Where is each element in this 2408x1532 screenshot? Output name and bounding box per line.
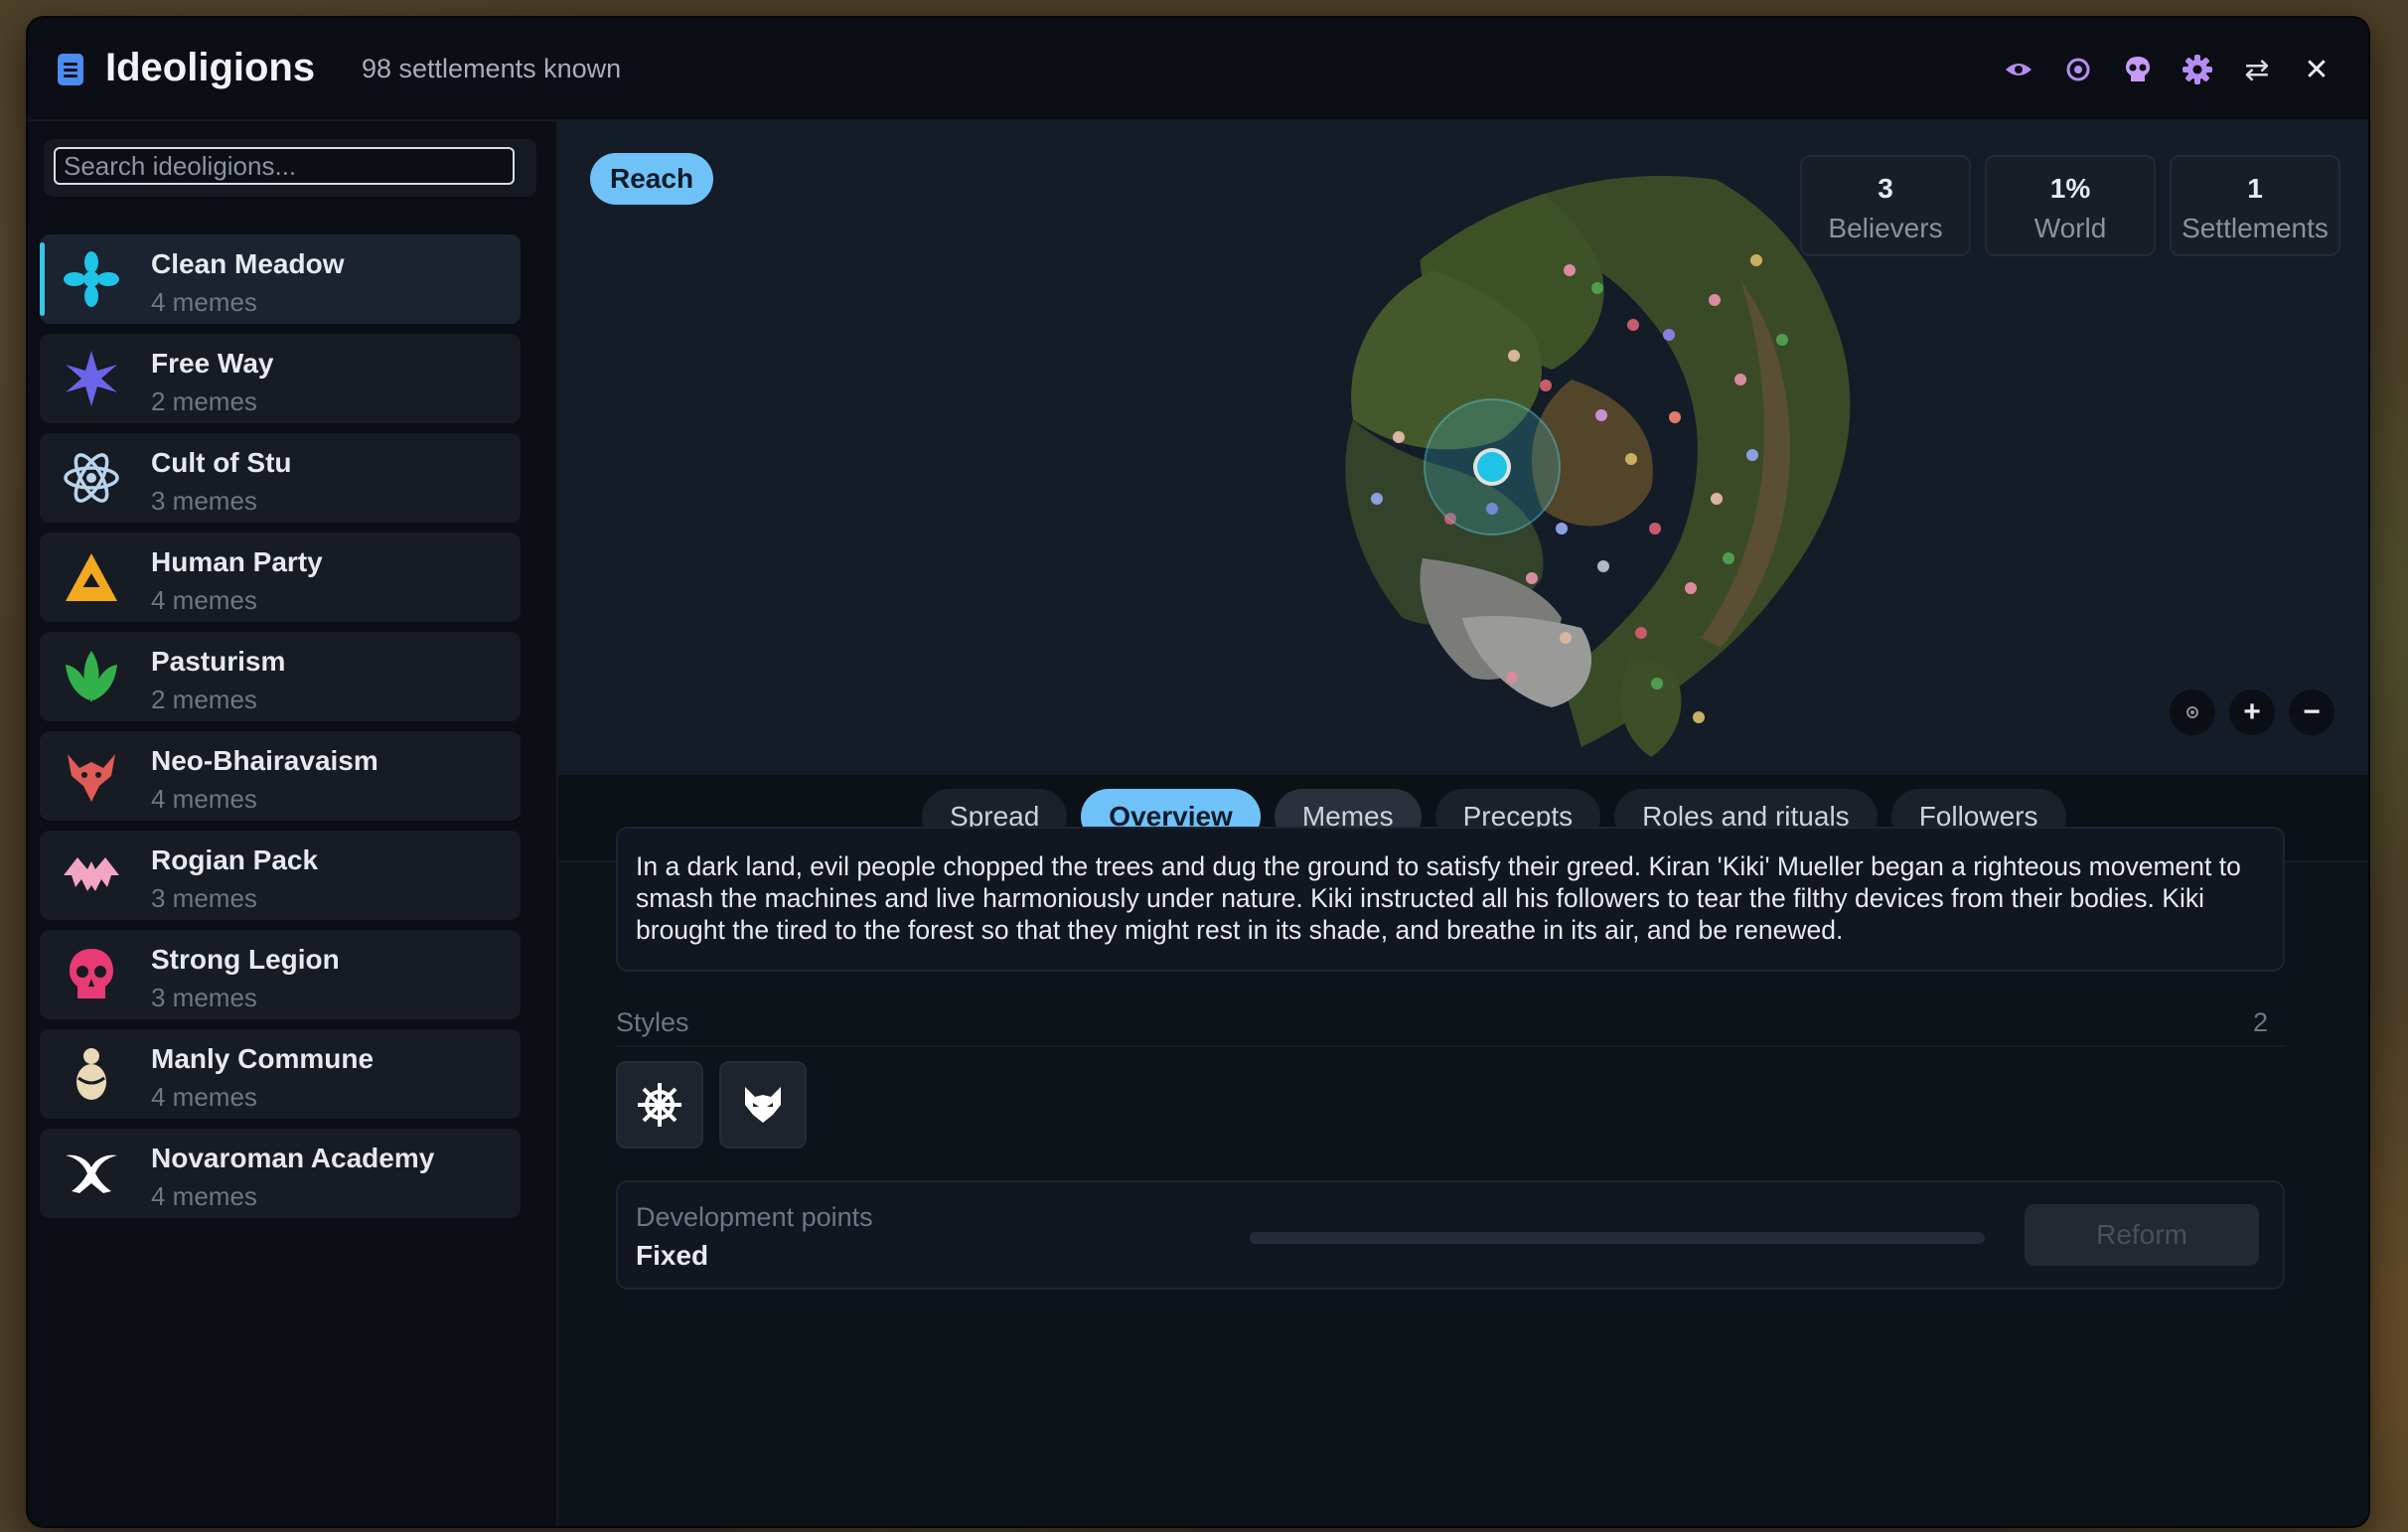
meme-count: 3 memes [151, 983, 257, 1012]
meme-count: 3 memes [151, 486, 257, 516]
ideoligion-item-rogian-pack[interactable]: Rogian Pack 3 memes [40, 831, 521, 920]
swap-icon[interactable]: ⇄ [2235, 48, 2279, 91]
ship-wheel-icon [638, 1083, 681, 1127]
stat-value: 1% [2049, 173, 2091, 204]
leaves-icon [66, 651, 117, 702]
believers-stat: 3 Believers [1800, 155, 1971, 256]
target-icon[interactable] [2056, 48, 2100, 91]
style-tile[interactable] [719, 1061, 807, 1149]
settlements-known-label: 98 settlements known [362, 54, 622, 83]
search-input[interactable] [54, 147, 515, 185]
meme-count: 4 memes [151, 1082, 257, 1112]
demon-icon [68, 754, 115, 802]
map-controls: + − [2170, 689, 2334, 735]
figure-icon [76, 1048, 106, 1100]
ideoligion-name: Novaroman Academy [151, 1143, 435, 1173]
ideoligion-item-cult-of-stu[interactable]: Cult of Stu 3 memes [40, 433, 521, 523]
title-bar: Ideoligions 98 settlements known ⇄ ✕ [28, 18, 2368, 121]
stat-value: 1 [2247, 173, 2263, 204]
zoom-out-icon[interactable]: − [2289, 689, 2334, 735]
stat-label: Settlements [2182, 213, 2329, 243]
development-points-value: Fixed [636, 1240, 709, 1271]
star-burst-icon [66, 351, 117, 406]
toolbar: ⇄ ✕ [1997, 48, 2338, 91]
zoom-in-icon[interactable]: + [2229, 689, 2275, 735]
ideoligion-name: Free Way [151, 348, 274, 379]
window-title: Ideoligions [105, 46, 316, 89]
ideoligion-description: In a dark land, evil people chopped the … [616, 827, 2285, 972]
ideoligion-item-free-way[interactable]: Free Way 2 memes [40, 334, 521, 423]
search-container [44, 139, 536, 197]
style-tile[interactable] [616, 1061, 703, 1149]
stat-label: World [2033, 213, 2107, 243]
meme-count: 4 memes [151, 784, 257, 814]
world-map[interactable]: Reach 3 Believers 1% World 1 Settlements [558, 121, 2368, 775]
ideoligion-item-novaroman-academy[interactable]: Novaroman Academy 4 memes [40, 1129, 521, 1218]
ideoligion-sidebar: Clean Meadow 4 memes Free Way 2 memes Cu… [28, 121, 558, 1526]
ideoligion-item-clean-meadow[interactable]: Clean Meadow 4 memes [40, 234, 521, 324]
meme-count: 2 memes [151, 685, 257, 714]
ideoligion-name: Manly Commune [151, 1043, 375, 1074]
development-progress-bar [1250, 1232, 1985, 1244]
development-points-panel: Development points Fixed Reform [616, 1180, 2285, 1290]
cross-flower-icon [64, 251, 119, 307]
close-icon[interactable]: ✕ [2295, 48, 2338, 91]
skull-icon [70, 949, 113, 998]
world-stat: 1% World [1985, 155, 2156, 256]
main-panel: Reach 3 Believers 1% World 1 Settlements [558, 121, 2368, 1526]
center-icon[interactable] [2170, 689, 2215, 735]
stat-label: Believers [1828, 213, 1943, 243]
stat-value: 3 [1878, 173, 1893, 204]
ideoligion-item-strong-legion[interactable]: Strong Legion 3 memes [40, 930, 521, 1019]
ideoligion-item-manly-commune[interactable]: Manly Commune 4 memes [40, 1029, 521, 1119]
horns-icon [66, 1154, 117, 1193]
bat-icon [64, 857, 119, 891]
styles-count: 2 [2253, 1007, 2269, 1037]
wolf-head-icon [745, 1087, 781, 1123]
reach-badge: Reach [590, 153, 714, 205]
stats-row: 3 Believers 1% World 1 Settlements [1800, 155, 2340, 256]
meme-count: 4 memes [151, 585, 257, 615]
ideoligion-item-neo-bhairavaism[interactable]: Neo-Bhairavaism 4 memes [40, 731, 521, 821]
ideoligion-name: Cult of Stu [151, 447, 292, 478]
triangle-icon [66, 553, 117, 601]
skull-icon[interactable] [2116, 48, 2160, 91]
ideoligion-item-human-party[interactable]: Human Party 4 memes [40, 533, 521, 622]
ideoligion-name: Clean Meadow [151, 248, 345, 279]
document-icon [58, 54, 83, 85]
ideoligion-name: Pasturism [151, 646, 286, 677]
ideoligion-name: Human Party [151, 546, 323, 577]
ideoligion-item-pasturism[interactable]: Pasturism 2 memes [40, 632, 521, 721]
styles-divider [616, 1045, 2285, 1047]
reform-button[interactable]: Reform [2025, 1204, 2259, 1266]
ideoligions-window: Ideoligions 98 settlements known ⇄ ✕ Sea… [28, 18, 2368, 1526]
meme-count: 3 memes [151, 883, 257, 913]
gear-icon[interactable] [2176, 48, 2219, 91]
eye-icon[interactable] [1997, 48, 2040, 91]
meme-count: 4 memes [151, 1181, 257, 1211]
ideoligion-name: Neo-Bhairavaism [151, 745, 378, 776]
styles-label: Styles [616, 1007, 689, 1037]
ideoligion-name: Rogian Pack [151, 844, 319, 875]
atom-icon [64, 453, 119, 503]
development-points-label: Development points [636, 1202, 873, 1232]
meme-count: 2 memes [151, 386, 257, 416]
ideoligion-name: Strong Legion [151, 944, 340, 975]
settlements-stat: 1 Settlements [2170, 155, 2340, 256]
meme-count: 4 memes [151, 287, 257, 317]
